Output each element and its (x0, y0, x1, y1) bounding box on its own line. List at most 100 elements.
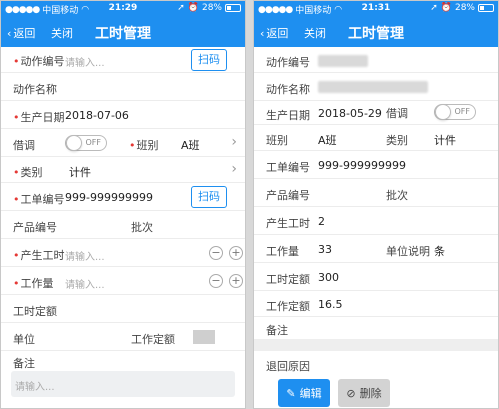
prod-date-label: 生产日期 (266, 109, 310, 122)
row-product-code: 产品编号 批次 (254, 179, 498, 207)
status-bar: ●●●●● 中国移动 ◠ 21:29 ➚ ⏰ 28% (1, 1, 245, 17)
location-icon: ➚ (177, 3, 185, 13)
row-borrow-shift: 借调 OFF •班别 A班 › (1, 129, 245, 157)
work-quota-label: 工作定额 (131, 333, 175, 346)
close-button[interactable]: 关闭 (51, 25, 73, 41)
edit-icon: ✎ (286, 386, 296, 400)
row-quota: 工时定额 (1, 295, 245, 323)
batch-label: 批次 (131, 221, 153, 234)
row-output-hours: •产生工时 请输入... − + (1, 239, 245, 267)
remarks-label: 备注 (266, 324, 288, 337)
back-button[interactable]: ‹ 返回 (7, 25, 35, 41)
work-quota-label: 工作定额 (266, 300, 310, 313)
nav-bar: ‹ 返回 关闭 工时管理 (1, 17, 245, 47)
row-category: •类别 计件 › (1, 157, 245, 183)
action-code-input[interactable]: 请输入... (65, 54, 105, 69)
prod-date-value[interactable]: 2018-07-06 (65, 109, 129, 122)
row-remarks: 备注 (1, 351, 245, 371)
scan-work-order-button[interactable]: 扫码 (191, 186, 227, 208)
workload-label: 工作量 (20, 277, 54, 290)
increment-button[interactable]: + (229, 274, 243, 288)
alarm-icon: ⏰ (440, 3, 452, 13)
section-divider (254, 339, 498, 351)
close-button[interactable]: 关闭 (304, 25, 326, 41)
row-action-name: 动作名称 (1, 73, 245, 101)
edit-button[interactable]: ✎ 编辑 (278, 379, 330, 407)
battery-icon (478, 4, 494, 12)
return-reason-label: 退回原因 (266, 360, 310, 373)
batch-label: 批次 (386, 189, 408, 202)
action-name-label: 动作名称 (266, 83, 310, 96)
battery-icon (225, 4, 241, 12)
action-name-redacted (318, 81, 428, 93)
row-prod-date-borrow: 生产日期 2018-05-29 借调 OFF (254, 101, 498, 125)
increment-button[interactable]: + (229, 246, 243, 260)
unit-desc-label: 单位说明 (386, 245, 430, 258)
shift-value: A班 (318, 134, 337, 147)
work-quota-value: 16.5 (318, 298, 343, 311)
chevron-right-icon: › (231, 161, 237, 177)
row-work-quota: 工作定额 16.5 (254, 291, 498, 317)
prod-date-value: 2018-05-29 (318, 107, 382, 120)
borrow-label: 借调 (386, 107, 408, 120)
row-product-code: 产品编号 批次 (1, 211, 245, 239)
workload-label: 工作量 (266, 245, 299, 258)
row-workload: •工作量 请输入... − + (1, 267, 245, 295)
output-hours-label: 产生工时 (20, 249, 65, 262)
right-screen: ●●●●● 中国移动 ◠ 21:31 ➚ ⏰ 28% ‹ 返回 关闭 工时管理 … (253, 0, 499, 409)
workload-value: 33 (318, 243, 332, 256)
action-code-label: 动作编号 (266, 56, 310, 69)
product-code-label: 产品编号 (266, 189, 310, 202)
unit-desc-value: 条 (434, 245, 445, 258)
hours-quota-value: 300 (318, 271, 339, 284)
battery-percent: 28% (201, 3, 222, 13)
work-order-label: 工单编号 (266, 161, 310, 174)
page-title: 工时管理 (348, 26, 404, 42)
output-hours-label: 产生工时 (266, 217, 310, 230)
alarm-icon: ⏰ (187, 3, 199, 13)
prohibited-icon: ⊘ (346, 386, 356, 400)
quota-label: 工时定额 (13, 305, 57, 318)
action-name-label: 动作名称 (13, 83, 57, 96)
shift-value[interactable]: A班 (181, 137, 200, 153)
decrement-button[interactable]: − (209, 246, 223, 260)
category-label: 类别 (20, 166, 43, 179)
decrement-button[interactable]: − (209, 274, 223, 288)
category-label: 类别 (386, 134, 408, 147)
output-hours-input[interactable]: 请输入... (65, 248, 105, 263)
category-value[interactable]: 计件 (69, 164, 91, 180)
delete-button[interactable]: ⊘ 删除 (338, 379, 390, 407)
hours-quota-label: 工时定额 (266, 273, 310, 286)
row-unit: 单位 工作定额 (1, 323, 245, 351)
page-title: 工时管理 (95, 26, 151, 42)
borrow-toggle: OFF (434, 104, 476, 120)
product-code-label: 产品编号 (13, 221, 57, 234)
nav-bar: ‹ 返回 关闭 工时管理 (254, 17, 498, 47)
work-quota-value (193, 330, 215, 344)
row-prod-date: •生产日期 2018-07-06 (1, 101, 245, 129)
category-value: 计件 (434, 134, 456, 147)
work-order-value: 999-999999999 (318, 159, 406, 172)
back-button[interactable]: ‹ 返回 (260, 25, 288, 41)
borrow-toggle[interactable]: OFF (65, 135, 107, 151)
scan-action-code-button[interactable]: 扫码 (191, 49, 227, 71)
status-bar: ●●●●● 中国移动 ◠ 21:31 ➚ ⏰ 28% (254, 1, 498, 17)
remarks-label: 备注 (13, 357, 35, 370)
chevron-left-icon: ‹ (7, 26, 12, 40)
chevron-left-icon: ‹ (260, 26, 265, 40)
work-order-input[interactable]: 999-999999999 (65, 191, 153, 204)
row-action-name: 动作名称 (254, 73, 498, 101)
row-work-order: •工单编号 999-999999999 扫码 (1, 183, 245, 211)
borrow-label: 借调 (13, 139, 35, 152)
row-remarks: 备注 (254, 317, 498, 339)
remarks-textarea[interactable]: 请输入... (11, 371, 235, 397)
location-icon: ➚ (430, 3, 438, 13)
left-screen: ●●●●● 中国移动 ◠ 21:29 ➚ ⏰ 28% ‹ 返回 关闭 工时管理 … (0, 0, 246, 409)
workload-input[interactable]: 请输入... (65, 276, 105, 291)
shift-label: 班别 (136, 139, 159, 152)
shift-label: 班别 (266, 134, 288, 147)
prod-date-label: 生产日期 (20, 111, 65, 124)
row-output-hours: 产生工时 2 (254, 207, 498, 235)
chevron-right-icon: › (231, 134, 237, 150)
battery-percent: 28% (454, 3, 475, 13)
